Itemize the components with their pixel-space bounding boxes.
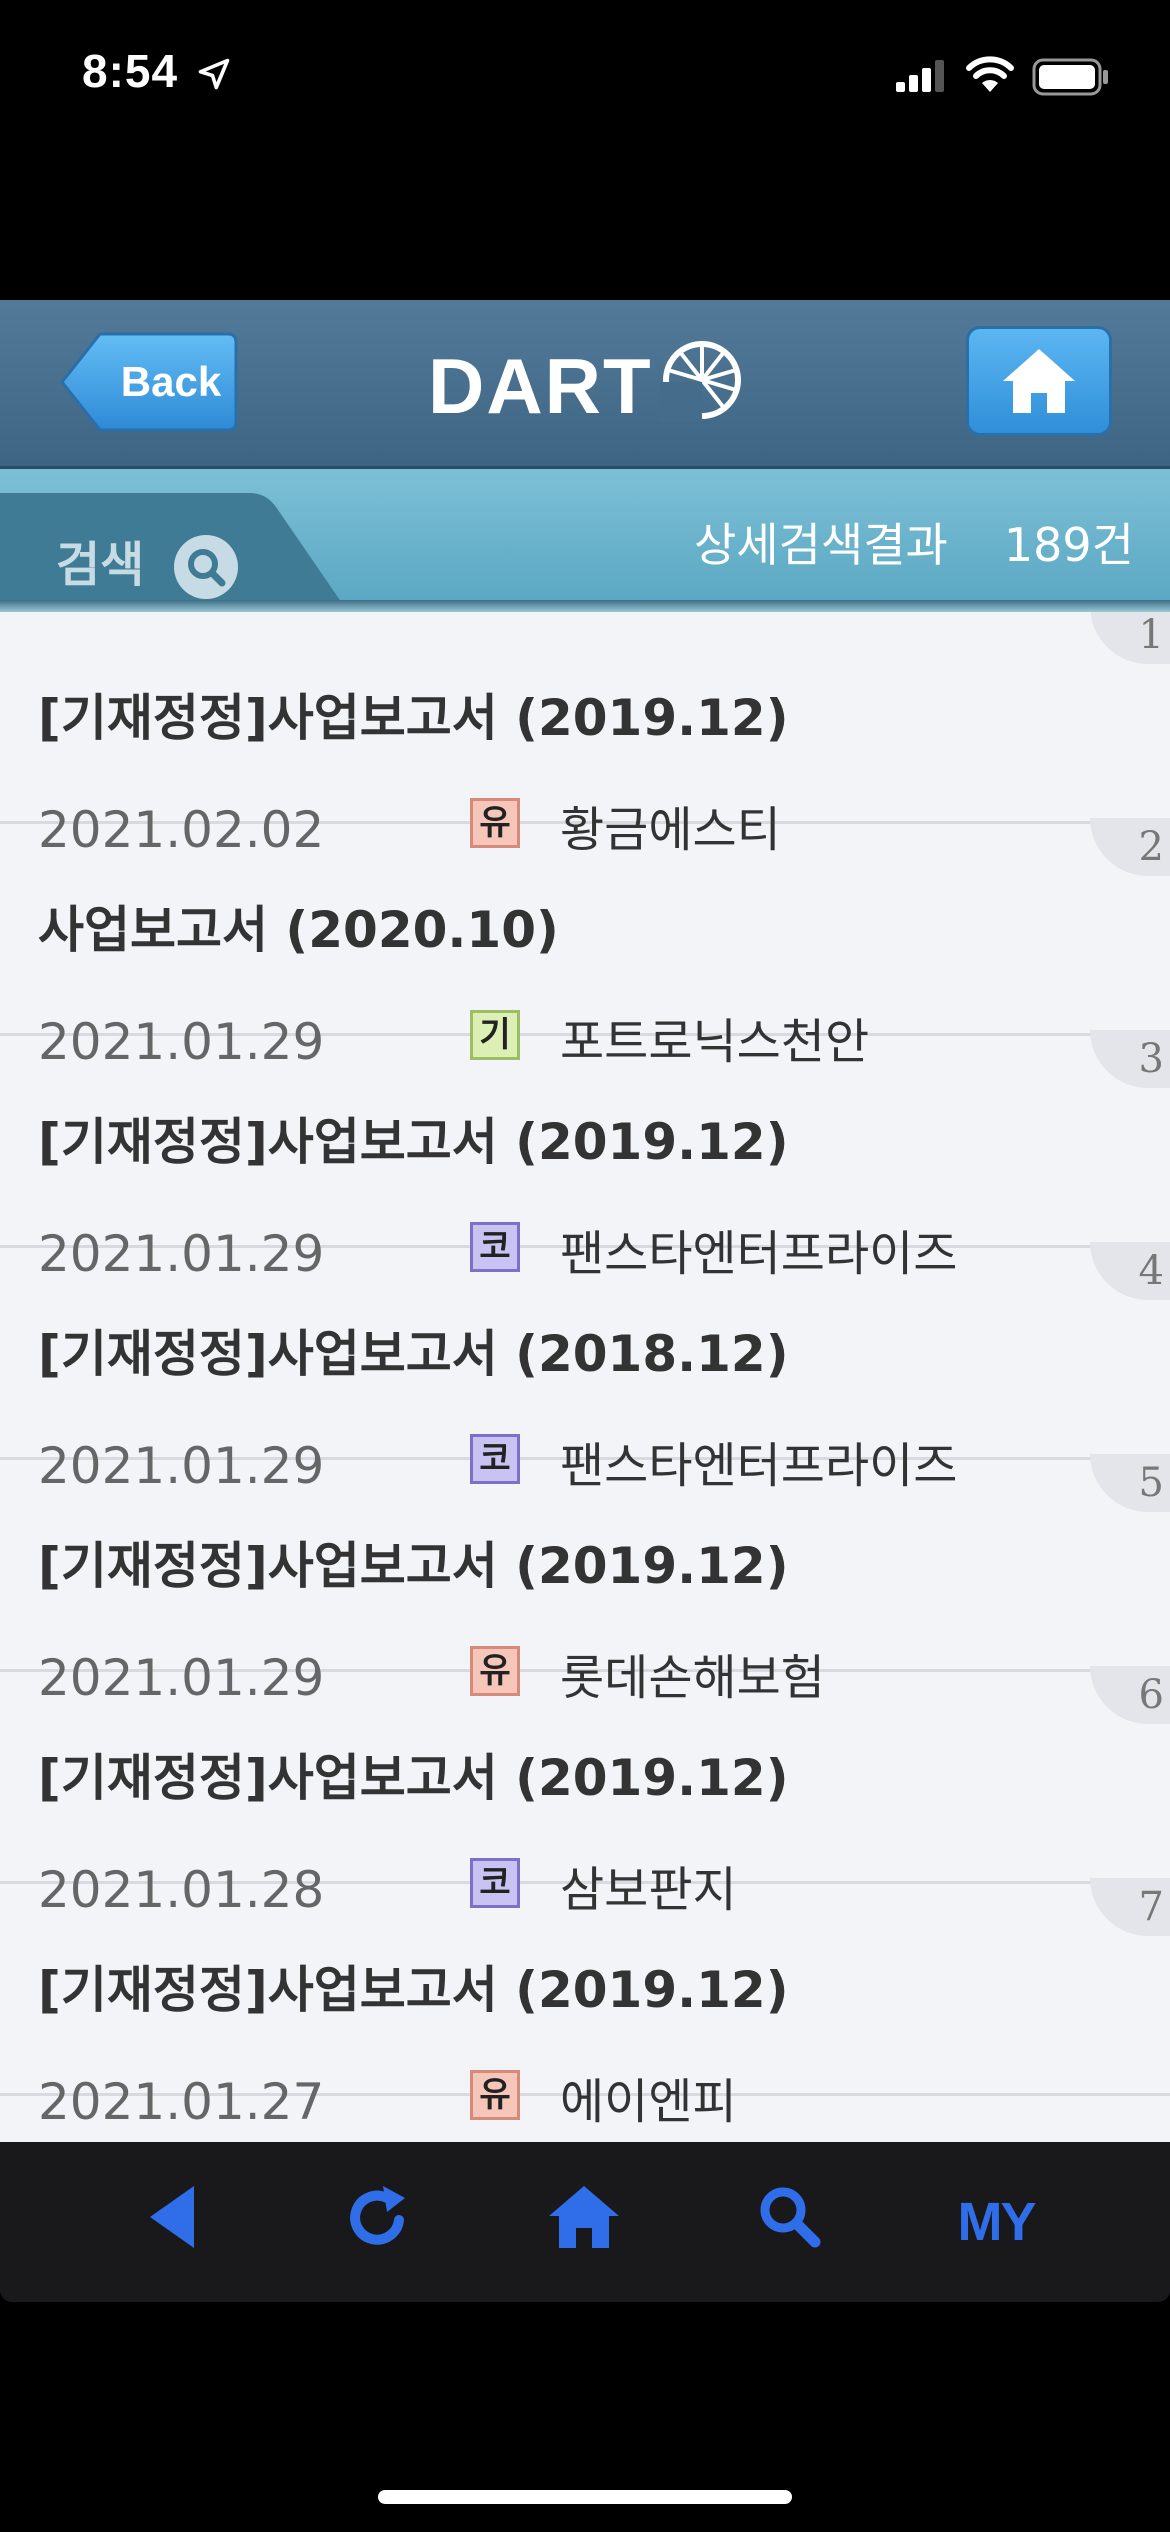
report-title[interactable]: 사업보고서 (2020.10) (38, 900, 559, 960)
list-item[interactable]: 2 사업보고서 (2020.10) 2021.01.29 기 포트로닉스천안 (0, 818, 1170, 1071)
report-title[interactable]: [기재정정]사업보고서 (2019.12) (38, 1112, 789, 1172)
list-item[interactable]: 4 [기재정정]사업보고서 (2018.12) 2021.01.29 코 팬스타… (0, 1242, 1170, 1495)
result-count: 189건 (1003, 518, 1134, 572)
refresh-icon (350, 2186, 405, 2245)
back-label: Back (120, 358, 222, 405)
item-number-tab: 1 (1090, 612, 1170, 664)
report-title[interactable]: [기재정정]사업보고서 (2019.12) (38, 688, 789, 748)
search-result-summary: 상세검색결과 189건 (694, 515, 1134, 575)
item-number: 6 (1138, 1672, 1164, 1718)
battery-icon (1032, 58, 1108, 96)
item-number-tab: 5 (1090, 1454, 1170, 1512)
bottom-toolbar: MY (0, 2142, 1170, 2302)
list-item[interactable]: 5 [기재정정]사업보고서 (2019.12) 2021.01.29 유 롯데손… (0, 1454, 1170, 1707)
back-button[interactable]: Back (58, 330, 240, 434)
status-time: 8:54 (82, 45, 179, 97)
report-title[interactable]: [기재정정]사업보고서 (2019.12) (38, 1960, 789, 2020)
item-number-tab: 7 (1090, 1878, 1170, 1936)
list-item[interactable]: 1 [기재정정]사업보고서 (2019.12) 2021.02.02 유 황금에… (0, 612, 1170, 859)
search-icon (760, 2187, 821, 2248)
status-icons (896, 52, 1116, 98)
dart-logo: DART (428, 336, 748, 432)
search-tab[interactable]: 검색 (0, 493, 346, 609)
status-bar: 8:54 (0, 0, 1170, 150)
report-title[interactable]: [기재정정]사업보고서 (2018.12) (38, 1324, 789, 1384)
report-date: 2021.01.27 (38, 2073, 325, 2131)
toolbar-my-button[interactable]: MY (946, 2182, 1046, 2262)
item-number: 7 (1138, 1884, 1164, 1930)
report-title[interactable]: [기재정정]사업보고서 (2019.12) (38, 1748, 789, 1808)
cellular-signal-icon (896, 60, 944, 92)
item-number: 5 (1138, 1460, 1164, 1506)
header-home-button[interactable] (966, 326, 1112, 436)
search-bar: 검색 상세검색결과 189건 (0, 469, 1170, 609)
toolbar-home-button[interactable] (534, 2182, 634, 2262)
item-number: 2 (1138, 824, 1164, 870)
report-title[interactable]: [기재정정]사업보고서 (2019.12) (38, 1536, 789, 1596)
company-name[interactable]: 에이엔피 (560, 2072, 737, 2132)
location-arrow-icon (198, 58, 230, 90)
app-header: Back DART (0, 300, 1170, 469)
item-number-tab: 6 (1090, 1666, 1170, 1724)
item-number-tab: 3 (1090, 1030, 1170, 1088)
home-icon (549, 2186, 619, 2248)
list-item[interactable]: 6 [기재정정]사업보고서 (2019.12) 2021.01.28 코 삼보판… (0, 1666, 1170, 1919)
item-number: 3 (1138, 1036, 1164, 1082)
home-icon (1003, 349, 1075, 413)
logo-sunburst-icon (660, 341, 741, 422)
item-number: 4 (1138, 1248, 1164, 1294)
search-bar-divider (0, 600, 1170, 612)
back-arrow-icon (150, 2186, 194, 2248)
home-indicator (378, 2490, 792, 2504)
toolbar-refresh-button[interactable] (328, 2182, 428, 2262)
item-number-tab: 4 (1090, 1242, 1170, 1300)
logo-text: DART (428, 342, 653, 430)
item-number-tab: 2 (1090, 818, 1170, 876)
search-label: 검색 (56, 537, 145, 593)
toolbar-search-button[interactable] (740, 2182, 840, 2262)
toolbar-back-button[interactable] (122, 2182, 222, 2262)
list-item[interactable]: 3 [기재정정]사업보고서 (2019.12) 2021.01.29 코 팬스타… (0, 1030, 1170, 1283)
list-item[interactable]: 7 [기재정정]사업보고서 (2019.12) 2021.01.27 유 에이엔… (0, 1878, 1170, 2131)
search-icon (174, 535, 238, 599)
search-summary-label: 상세검색결과 (693, 518, 948, 572)
market-badge: 유 (470, 2070, 520, 2120)
result-list[interactable]: 1 [기재정정]사업보고서 (2019.12) 2021.02.02 유 황금에… (0, 612, 1170, 2142)
my-label: MY (957, 2192, 1037, 2252)
wifi-icon (966, 56, 1014, 92)
item-number: 1 (1138, 612, 1164, 658)
